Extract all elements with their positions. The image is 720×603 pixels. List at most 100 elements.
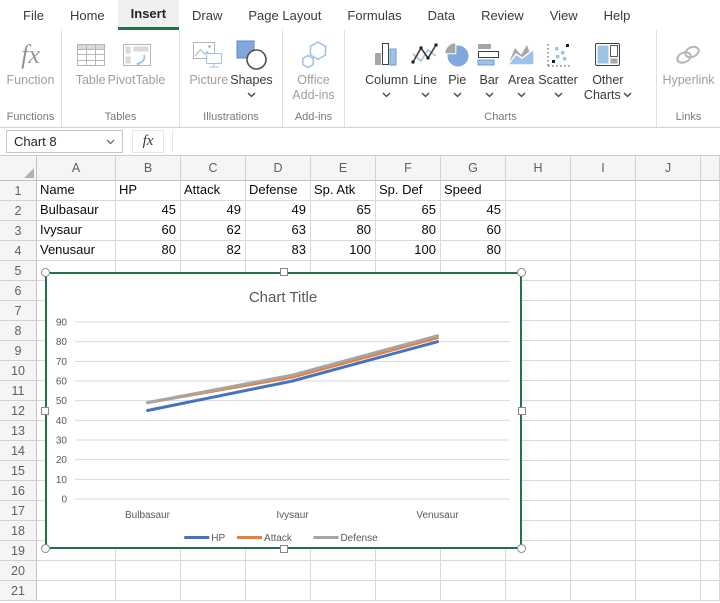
line-chart-button[interactable]: Line	[410, 35, 440, 98]
cell-J14[interactable]	[636, 441, 701, 461]
cell-B21[interactable]	[116, 581, 181, 601]
cell-D4[interactable]: 83	[246, 241, 311, 261]
cell-A3[interactable]: Ivysaur	[37, 221, 116, 241]
cell-I18[interactable]	[571, 521, 636, 541]
tab-draw[interactable]: Draw	[179, 0, 235, 30]
tab-help[interactable]: Help	[591, 0, 644, 30]
cell-G2[interactable]: 45	[441, 201, 506, 221]
cell-A2[interactable]: Bulbasaur	[37, 201, 116, 221]
row-header-19[interactable]: 19	[0, 541, 37, 561]
cell-C4[interactable]: 82	[181, 241, 246, 261]
tab-home[interactable]: Home	[57, 0, 118, 30]
cell-E2[interactable]: 65	[311, 201, 376, 221]
cell-I3[interactable]	[571, 221, 636, 241]
cell-J7[interactable]	[636, 301, 701, 321]
cell-G4[interactable]: 80	[441, 241, 506, 261]
cell-H21[interactable]	[506, 581, 571, 601]
bar-chart-button[interactable]: Bar	[474, 35, 504, 98]
tab-file[interactable]: File	[10, 0, 57, 30]
cell-E1[interactable]: Sp. Atk	[311, 181, 376, 201]
tab-page-layout[interactable]: Page Layout	[235, 0, 334, 30]
tab-formulas[interactable]: Formulas	[334, 0, 414, 30]
cell-J5[interactable]	[636, 261, 701, 281]
cell-F2[interactable]: 65	[376, 201, 441, 221]
row-header-20[interactable]: 20	[0, 561, 37, 581]
cell-I15[interactable]	[571, 461, 636, 481]
other-charts-button[interactable]: Other Charts	[580, 35, 636, 103]
cell-H2[interactable]	[506, 201, 571, 221]
cell-B3[interactable]: 60	[116, 221, 181, 241]
cell-I14[interactable]	[571, 441, 636, 461]
cell-A4[interactable]: Venusaur	[37, 241, 116, 261]
cell-E4[interactable]: 100	[311, 241, 376, 261]
cell-J21[interactable]	[636, 581, 701, 601]
cell-C1[interactable]: Attack	[181, 181, 246, 201]
cell-J18[interactable]	[636, 521, 701, 541]
row-header-16[interactable]: 16	[0, 481, 37, 501]
table-button[interactable]: Table	[76, 35, 106, 88]
cell-J8[interactable]	[636, 321, 701, 341]
cell-G21[interactable]	[441, 581, 506, 601]
area-chart-button[interactable]: Area	[506, 35, 536, 98]
cell-I11[interactable]	[571, 381, 636, 401]
row-header-4[interactable]: 4	[0, 241, 37, 261]
cell-J16[interactable]	[636, 481, 701, 501]
tab-view[interactable]: View	[537, 0, 591, 30]
cell-F1[interactable]: Sp. Def	[376, 181, 441, 201]
row-header-14[interactable]: 14	[0, 441, 37, 461]
cell-J6[interactable]	[636, 281, 701, 301]
cell-E20[interactable]	[311, 561, 376, 581]
cell-F3[interactable]: 80	[376, 221, 441, 241]
row-header-5[interactable]: 5	[0, 261, 37, 281]
chart-resize-handle-sw[interactable]	[41, 544, 50, 553]
cell-G20[interactable]	[441, 561, 506, 581]
name-box[interactable]: Chart 8	[6, 130, 123, 153]
cell-A21[interactable]	[37, 581, 116, 601]
cell-F20[interactable]	[376, 561, 441, 581]
row-header-1[interactable]: 1	[0, 181, 37, 201]
row-header-11[interactable]: 11	[0, 381, 37, 401]
chart-resize-handle-ne[interactable]	[517, 268, 526, 277]
cell-J1[interactable]	[636, 181, 701, 201]
cell-I19[interactable]	[571, 541, 636, 561]
row-header-18[interactable]: 18	[0, 521, 37, 541]
column-header-E[interactable]: E	[311, 156, 376, 181]
cell-J13[interactable]	[636, 421, 701, 441]
scatter-chart-button[interactable]: Scatter	[538, 35, 578, 98]
cell-J15[interactable]	[636, 461, 701, 481]
cell-I17[interactable]	[571, 501, 636, 521]
cell-C21[interactable]	[181, 581, 246, 601]
row-header-8[interactable]: 8	[0, 321, 37, 341]
cell-J11[interactable]	[636, 381, 701, 401]
cell-D3[interactable]: 63	[246, 221, 311, 241]
function-button[interactable]: fx Function	[7, 35, 55, 88]
cell-I9[interactable]	[571, 341, 636, 361]
cell-A20[interactable]	[37, 561, 116, 581]
cell-E3[interactable]: 80	[311, 221, 376, 241]
cell-I2[interactable]	[571, 201, 636, 221]
cell-J9[interactable]	[636, 341, 701, 361]
cell-B4[interactable]: 80	[116, 241, 181, 261]
hyperlink-button[interactable]: Hyperlink	[662, 35, 714, 88]
cell-J17[interactable]	[636, 501, 701, 521]
cell-I8[interactable]	[571, 321, 636, 341]
row-header-21[interactable]: 21	[0, 581, 37, 601]
cell-I6[interactable]	[571, 281, 636, 301]
cell-F4[interactable]: 100	[376, 241, 441, 261]
cell-H1[interactable]	[506, 181, 571, 201]
cell-I12[interactable]	[571, 401, 636, 421]
column-header-F[interactable]: F	[376, 156, 441, 181]
shapes-button[interactable]: Shapes	[230, 35, 272, 98]
cell-I13[interactable]	[571, 421, 636, 441]
column-header-C[interactable]: C	[181, 156, 246, 181]
cell-J12[interactable]	[636, 401, 701, 421]
column-header-G[interactable]: G	[441, 156, 506, 181]
cell-D1[interactable]: Defense	[246, 181, 311, 201]
cell-J10[interactable]	[636, 361, 701, 381]
chart-resize-handle-e[interactable]	[518, 407, 526, 415]
chart-resize-handle-s[interactable]	[280, 545, 288, 553]
cell-B2[interactable]: 45	[116, 201, 181, 221]
pie-chart-button[interactable]: Pie	[442, 35, 472, 98]
row-header-15[interactable]: 15	[0, 461, 37, 481]
row-header-10[interactable]: 10	[0, 361, 37, 381]
